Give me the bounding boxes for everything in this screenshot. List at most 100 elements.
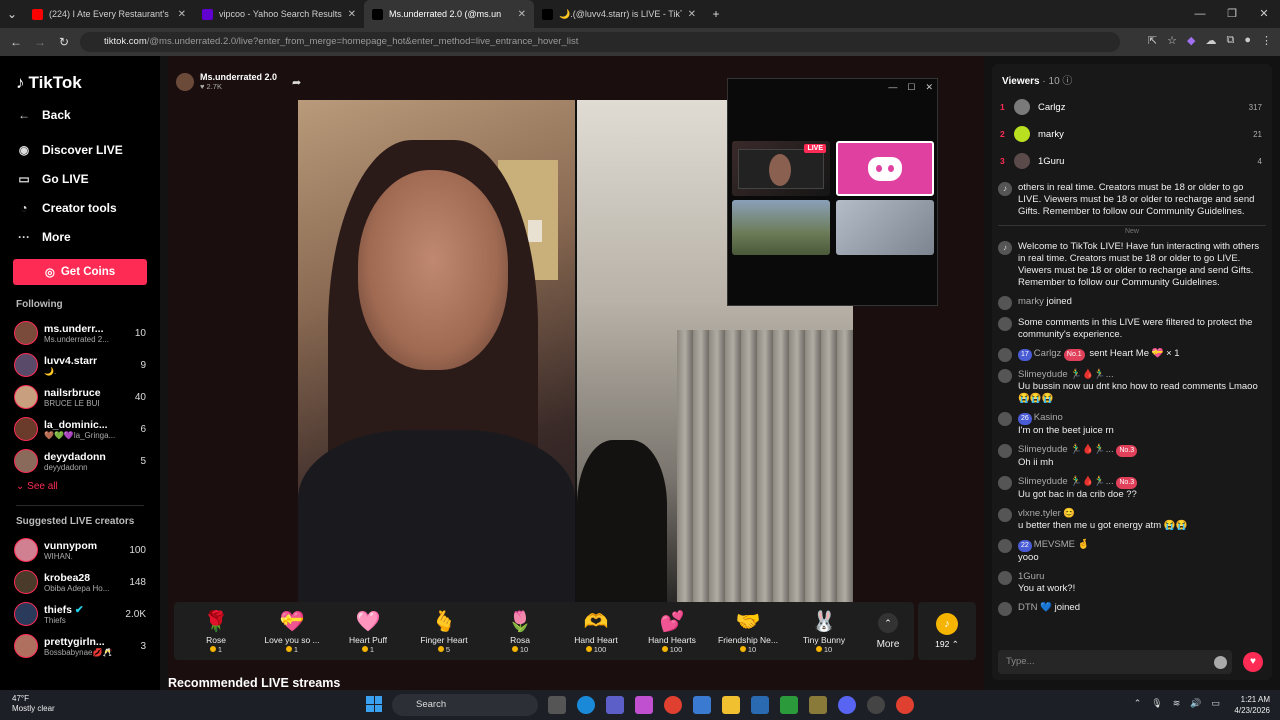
browser-tab[interactable]: vipcoo - Yahoo Search Results ✕: [194, 0, 364, 28]
creator-row[interactable]: ms.underr... Ms.underrated 2... 10: [0, 317, 160, 349]
chat-username[interactable]: Kasino: [1034, 412, 1063, 423]
chrome-profile-icon[interactable]: [896, 696, 914, 714]
steam-icon[interactable]: [867, 696, 885, 714]
sidebar-nav-item[interactable]: ··· More: [0, 222, 160, 251]
creator-row[interactable]: deyydadonn deyydadonn 5: [0, 445, 160, 477]
sidebar-nav-item[interactable]: ◔ Creator tools: [0, 193, 160, 222]
chat-username[interactable]: DTN 💙: [1018, 602, 1052, 613]
popup-minimize-icon[interactable]: —: [888, 82, 897, 93]
chat-username[interactable]: Carlgz: [1034, 348, 1061, 359]
tiktok-logo[interactable]: ♪ TikTok: [0, 70, 160, 96]
bookmark-star-icon[interactable]: ☆: [1167, 34, 1177, 47]
more-gifts-button[interactable]: ⌃ More: [862, 612, 914, 650]
creator-row[interactable]: luvv4.starr 🌙. 9: [0, 349, 160, 381]
battery-icon[interactable]: ▭: [1211, 698, 1220, 709]
gift-item[interactable]: 🫰 Finger Heart 5: [406, 609, 482, 654]
share-icon[interactable]: ➦: [292, 76, 301, 89]
game-icon[interactable]: [809, 696, 827, 714]
chrome-icon[interactable]: [664, 696, 682, 714]
browser-tab[interactable]: 🌙.(@luvv4.starr) is LIVE - TikT ✕: [534, 0, 704, 28]
copilot-icon[interactable]: [635, 696, 653, 714]
windows-start-icon[interactable]: [366, 696, 382, 712]
sidebar-nav-item[interactable]: ▭ Go LIVE: [0, 164, 160, 193]
gift-item[interactable]: 🌹 Rose 1: [178, 609, 254, 654]
chat-messages[interactable]: ♪ others in real time. Creators must be …: [998, 182, 1266, 636]
gift-item[interactable]: 💝 Love you so ... 1: [254, 609, 330, 654]
creator-row[interactable]: prettygirln... Bossbabynae💋🥂 3: [0, 630, 160, 662]
sidebar-nav-item[interactable]: ◉ Discover LIVE: [0, 135, 160, 164]
creator-row[interactable]: vunnypom WIHAN. 100: [0, 534, 160, 566]
close-window-icon[interactable]: ✕: [1248, 0, 1280, 28]
wifi-icon[interactable]: ≋: [1173, 698, 1181, 709]
creator-row[interactable]: thiefs ✔ Thiefs 2.0K: [0, 598, 160, 630]
chat-username[interactable]: 1Guru: [1018, 571, 1044, 582]
open-in-app-icon[interactable]: ⇱: [1148, 34, 1157, 47]
popup-maximize-icon[interactable]: ☐: [907, 82, 915, 93]
clock[interactable]: 1:21 AM 4/23/2026: [1234, 694, 1270, 716]
host-avatar[interactable]: [176, 72, 194, 91]
volume-icon[interactable]: 🔊: [1190, 698, 1201, 709]
tab-search-icon[interactable]: ⌄: [0, 7, 24, 21]
taskbar-search[interactable]: Search: [392, 694, 538, 716]
tab-close-icon[interactable]: ✕: [178, 9, 186, 20]
back-arrow-icon[interactable]: ←: [4, 35, 28, 49]
window-thumbnail-browser[interactable]: LIVE: [732, 141, 830, 196]
chat-username[interactable]: Slimeydude 🏃‍♂️🩸🏃‍♂️...: [1018, 476, 1114, 487]
chat-input[interactable]: Type...: [998, 650, 1232, 674]
chat-username[interactable]: marky: [1018, 296, 1044, 307]
cloud-extension-icon[interactable]: ☁: [1205, 34, 1216, 47]
like-heart-button[interactable]: ♥: [1243, 652, 1263, 672]
window-thumbnail-field[interactable]: [732, 200, 830, 255]
extension-icon[interactable]: ◆: [1187, 34, 1195, 47]
tab-close-icon[interactable]: ✕: [688, 9, 696, 20]
teams-icon[interactable]: [606, 696, 624, 714]
forward-arrow-icon[interactable]: →: [28, 35, 52, 49]
chat-username[interactable]: MEVSME 🤞: [1034, 539, 1090, 550]
browser-menu-icon[interactable]: ⋮: [1261, 34, 1272, 47]
stream-video-host[interactable]: [298, 100, 575, 610]
window-thumbnail-discord[interactable]: [836, 141, 934, 196]
browser-tab[interactable]: (224) I Ate Every Restaurant's Fr ✕: [24, 0, 194, 28]
info-icon[interactable]: ⓘ: [1062, 76, 1072, 87]
back-link[interactable]: ← Back: [0, 100, 160, 129]
chat-username[interactable]: vlxne.tyler 😊: [1018, 508, 1075, 519]
new-tab-button[interactable]: +: [704, 7, 728, 21]
get-coins-button[interactable]: ◎ Get Coins: [13, 259, 147, 285]
puzzle-extensions-icon[interactable]: ⧉: [1226, 34, 1234, 47]
top-viewer-row[interactable]: 1 Carlgz 317: [1000, 96, 1262, 118]
reload-icon[interactable]: ↻: [52, 35, 76, 49]
gift-item[interactable]: 🫶 Hand Heart 100: [558, 609, 634, 654]
see-all-link[interactable]: ⌄ See all: [0, 477, 160, 497]
chat-username[interactable]: Slimeydude 🏃‍♂️🩸🏃‍♂️...: [1018, 444, 1114, 455]
file-explorer-icon[interactable]: [722, 696, 740, 714]
edge-icon[interactable]: [577, 696, 595, 714]
xbox-icon[interactable]: [780, 696, 798, 714]
gift-item[interactable]: 🩷 Heart Puff 1: [330, 609, 406, 654]
url-field[interactable]: tiktok.com/@ms.underrated.2.0/live?enter…: [80, 32, 1120, 52]
task-view-icon[interactable]: [548, 696, 566, 714]
top-viewer-row[interactable]: 2 marky 21: [1000, 123, 1262, 145]
creator-row[interactable]: krobea28 Obiba Adepa Ho... 148: [0, 566, 160, 598]
app-icon[interactable]: [751, 696, 769, 714]
coin-balance-button[interactable]: ♪ 192 ⌃: [918, 602, 976, 660]
browser-tab[interactable]: Ms.underrated 2.0 (@ms.un ✕: [364, 0, 534, 28]
host-info[interactable]: Ms.underrated 2.0 ♥ 2.7K: [176, 72, 277, 91]
emoji-icon[interactable]: [1214, 656, 1227, 669]
floating-task-view-window[interactable]: — ☐ ✕ LIVE: [727, 78, 938, 306]
tab-close-icon[interactable]: ✕: [518, 9, 526, 20]
creator-row[interactable]: la_dominic... 🤎💚💜la_Gringa... 6: [0, 413, 160, 445]
store-icon[interactable]: [693, 696, 711, 714]
top-viewer-row[interactable]: 3 1Guru 4: [1000, 150, 1262, 172]
gift-item[interactable]: 🌷 Rosa 10: [482, 609, 558, 654]
creator-row[interactable]: nailsrbruce BRUCE LE BUI 40: [0, 381, 160, 413]
popup-close-icon[interactable]: ✕: [925, 82, 933, 93]
microphone-icon[interactable]: 🎙: [1151, 698, 1162, 709]
weather-widget[interactable]: 47°F Mostly clear: [12, 694, 55, 714]
tray-chevron-icon[interactable]: ⌃: [1134, 698, 1142, 709]
gift-item[interactable]: 💕 Hand Hearts 100: [634, 609, 710, 654]
window-thumbnail-photo[interactable]: [836, 200, 934, 255]
tab-close-icon[interactable]: ✕: [348, 9, 356, 20]
profile-avatar-icon[interactable]: ●: [1244, 34, 1251, 47]
minimize-icon[interactable]: —: [1184, 0, 1216, 28]
discord-taskbar-icon[interactable]: [838, 696, 856, 714]
